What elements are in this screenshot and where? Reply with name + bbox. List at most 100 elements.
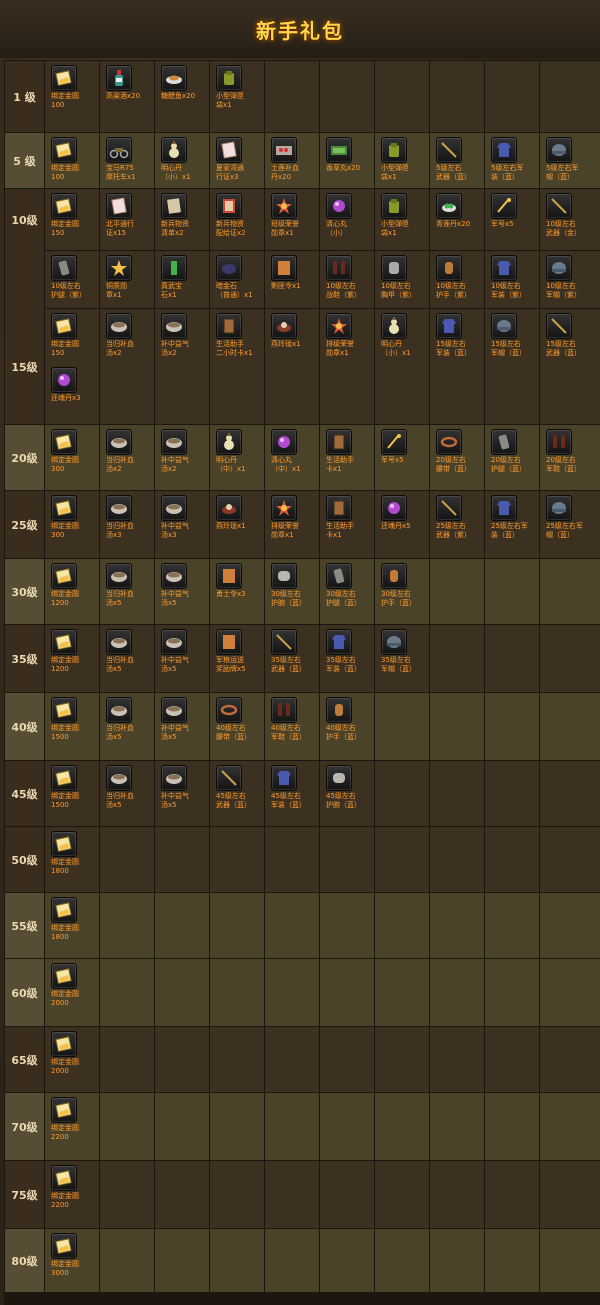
reward-item[interactable]: 10级左右 战鞋（紫） <box>326 255 378 300</box>
armor-icon <box>381 255 407 281</box>
reward-item[interactable]: 燕玲珑x1 <box>216 495 268 531</box>
reward-item[interactable]: 小型弹匣 袋x1 <box>381 193 433 238</box>
reward-item[interactable]: 清心丸 （中）x1 <box>271 429 323 474</box>
reward-item[interactable]: 30级左右 护手（蓝） <box>381 563 433 608</box>
reward-item[interactable]: 20级左右 腰带（蓝） <box>436 429 488 474</box>
reward-item[interactable]: 补中益气 汤x5 <box>161 563 213 608</box>
reward-item[interactable]: 当归补血 汤x3 <box>106 495 158 540</box>
reward-item[interactable]: 补中益气 汤x5 <box>161 765 213 810</box>
reward-item[interactable]: 排级荣誉 勋章x1 <box>271 495 323 540</box>
reward-item[interactable]: 高粱酒x20 <box>106 65 158 101</box>
reward-item[interactable]: 青莲丹x20 <box>436 193 488 229</box>
reward-item[interactable]: 10级左右 护腿（紫） <box>51 255 103 300</box>
reward-item[interactable]: 绑定金圆 2000 <box>51 963 103 1008</box>
reward-item[interactable]: 绑定金圆 3000 <box>51 1233 103 1278</box>
reward-item[interactable]: 35级左右 军帽（蓝） <box>381 629 433 674</box>
reward-item[interactable]: 40级左右 腰带（蓝） <box>216 697 268 742</box>
reward-item[interactable]: 生活助手 卡x1 <box>326 429 378 474</box>
reward-item[interactable]: 40级左右 军鞋（蓝） <box>271 697 323 742</box>
reward-item[interactable]: 绑定金圆 150 <box>51 313 103 358</box>
reward-item[interactable]: 10级左右 武器（金） <box>546 193 598 238</box>
reward-item[interactable]: 还魂丹x5 <box>381 495 433 531</box>
reward-item[interactable]: 当归补血 汤x5 <box>106 765 158 810</box>
reward-item[interactable]: 绑定金圆 300 <box>51 495 103 540</box>
reward-item[interactable]: 10级左右 军装（紫） <box>491 255 543 300</box>
green-gem-icon <box>161 255 187 281</box>
reward-item[interactable]: 军号x5 <box>381 429 433 465</box>
reward-item[interactable]: 5级左右军 帽（蓝） <box>546 137 598 182</box>
reward-item[interactable]: 5级左右 武器（蓝） <box>436 137 488 182</box>
reward-item[interactable]: 20级左右 军鞋（蓝） <box>546 429 598 474</box>
reward-item[interactable]: 真武宝 石x1 <box>161 255 213 300</box>
reward-item[interactable]: 当归补血 汤x5 <box>106 629 158 674</box>
reward-item[interactable]: 绑定金圆 1800 <box>51 831 103 876</box>
reward-item[interactable]: 20级左右 护腿（蓝） <box>491 429 543 474</box>
reward-item[interactable]: 绑定金圆 2000 <box>51 1031 103 1076</box>
reward-item[interactable]: 15级左右 军帽（蓝） <box>491 313 543 358</box>
reward-item[interactable]: 10级左右 胸甲（紫） <box>381 255 433 300</box>
reward-item[interactable]: 班级荣誉 勋章x1 <box>271 193 323 238</box>
reward-item[interactable]: 北平通行 证x15 <box>106 193 158 238</box>
reward-item[interactable]: 绑定金圆 150 <box>51 193 103 238</box>
reward-item[interactable]: 明心丹 （小）x1 <box>161 137 213 182</box>
reward-item[interactable]: 铜质勋 章x1 <box>106 255 158 300</box>
reward-item[interactable]: 明心丹 （中）x1 <box>216 429 268 474</box>
reward-item[interactable]: 小型弹匣 袋x1 <box>381 137 433 182</box>
reward-item[interactable]: 补中益气 汤x2 <box>161 429 213 474</box>
reward-item[interactable]: 军号x5 <box>491 193 543 229</box>
reward-item[interactable]: 绑定金圆 1200 <box>51 629 103 674</box>
reward-item[interactable]: 夏家湾通 行证x3 <box>216 137 268 182</box>
reward-item[interactable]: 绑定金圆 1500 <box>51 765 103 810</box>
reward-item[interactable]: 绑定金圆 1800 <box>51 897 103 942</box>
reward-item[interactable]: 30级左右 护腿（蓝） <box>326 563 378 608</box>
reward-item[interactable]: 补中益气 汤x2 <box>161 313 213 358</box>
reward-item[interactable]: 还魂丹x3 <box>51 367 103 403</box>
reward-item[interactable]: 绑定金圆 1500 <box>51 697 103 742</box>
reward-item[interactable]: 新兵物资 清单x2 <box>161 193 213 238</box>
reward-item[interactable]: 45级左右 军装（蓝） <box>271 765 323 810</box>
reward-item[interactable]: 25级左右 武器（紫） <box>436 495 488 540</box>
reward-item[interactable]: 小型弹匣 袋x1 <box>216 65 268 110</box>
reward-item[interactable]: 45级左右 武器（蓝） <box>216 765 268 810</box>
reward-item[interactable]: 10级左右 军帽（紫） <box>546 255 598 300</box>
reward-item[interactable]: 当归补血 汤x2 <box>106 429 158 474</box>
reward-item[interactable]: 当归补血 汤x5 <box>106 697 158 742</box>
reward-item[interactable]: 宝马R75 摩托车x1 <box>106 137 158 182</box>
reward-item[interactable]: 香草丸x20 <box>326 137 378 173</box>
reward-item[interactable]: 15级左右 军装（蓝） <box>436 313 488 358</box>
reward-item[interactable]: 15级左右 武器（蓝） <box>546 313 598 358</box>
reward-item[interactable]: 排级荣誉 勋章x1 <box>326 313 378 358</box>
reward-item[interactable]: 40级左右 护手（蓝） <box>326 697 378 742</box>
reward-item[interactable]: 25级左右军 装（蓝） <box>491 495 543 540</box>
reward-item[interactable]: 清心丸 （小） <box>326 193 378 238</box>
reward-item[interactable]: 当归补血 汤x2 <box>106 313 158 358</box>
reward-item[interactable]: 补中益气 汤x3 <box>161 495 213 540</box>
reward-item[interactable]: 35级左右 武器（蓝） <box>271 629 323 674</box>
reward-item[interactable]: 45级左右 护腕（蓝） <box>326 765 378 810</box>
reward-item[interactable]: 25级左右军 帽（蓝） <box>546 495 598 540</box>
reward-item[interactable]: 糖醋鱼x20 <box>161 65 213 101</box>
reward-item[interactable]: 明心丹 （小）x1 <box>381 313 433 358</box>
reward-item[interactable]: 30级左右 护腕（蓝） <box>271 563 323 608</box>
reward-item[interactable]: 绑定金圆 1200 <box>51 563 103 608</box>
reward-item[interactable]: 绑定金圆 100 <box>51 65 103 110</box>
reward-item[interactable]: 土莲补血 丹x20 <box>271 137 323 182</box>
reward-item[interactable]: 5级左右军 装（蓝） <box>491 137 543 182</box>
reward-item[interactable]: 绑定金圆 300 <box>51 429 103 474</box>
reward-item[interactable]: 燕玲珑x1 <box>271 313 323 349</box>
reward-item[interactable]: 当归补血 汤x5 <box>106 563 158 608</box>
reward-item[interactable]: 生活助手 卡x1 <box>326 495 378 540</box>
reward-item[interactable]: 10级左右 护手（紫） <box>436 255 488 300</box>
reward-item[interactable]: 补中益气 汤x5 <box>161 697 213 742</box>
reward-item[interactable]: 军粮运送 奖励牌x5 <box>216 629 268 674</box>
reward-item[interactable]: 绑定金圆 2200 <box>51 1165 103 1210</box>
reward-item[interactable]: 新兵物资 配给证x2 <box>216 193 268 238</box>
reward-item[interactable]: 勇士令x3 <box>216 563 268 599</box>
reward-item[interactable]: 剿匪令x1 <box>271 255 323 291</box>
reward-item[interactable]: 暗金石 （普通）x1 <box>216 255 268 300</box>
reward-item[interactable]: 绑定金圆 100 <box>51 137 103 182</box>
reward-item[interactable]: 绑定金圆 2200 <box>51 1097 103 1142</box>
reward-item[interactable]: 35级左右 军装（蓝） <box>326 629 378 674</box>
reward-item[interactable]: 生活助手 二小时卡x1 <box>216 313 268 358</box>
reward-item[interactable]: 补中益气 汤x5 <box>161 629 213 674</box>
